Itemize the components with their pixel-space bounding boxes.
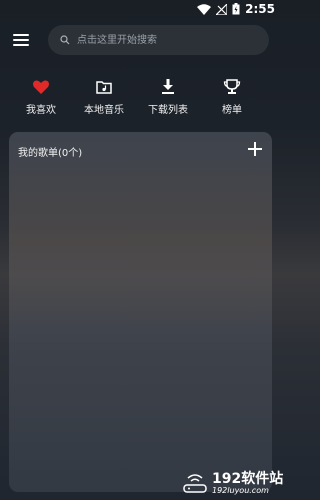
nav-charts[interactable]: 榜单 — [202, 78, 262, 116]
nav-label: 我喜欢 — [26, 105, 56, 116]
status-time: 2:55 — [245, 2, 275, 16]
router-logo-icon — [183, 474, 207, 493]
quick-nav: 我喜欢 本地音乐 下载列表 榜单 — [0, 78, 281, 118]
nav-label: 本地音乐 — [84, 105, 124, 116]
battery-icon — [232, 3, 240, 15]
nav-local-music[interactable]: 本地音乐 — [74, 78, 134, 116]
menu-icon — [13, 34, 29, 36]
trophy-icon — [223, 79, 241, 94]
my-playlists-title: 我的歌单(0个) — [18, 148, 83, 159]
my-playlists-card: 我的歌单(0个) — [9, 132, 272, 492]
status-bar: 2:55 — [0, 0, 281, 20]
heart-icon — [33, 80, 49, 94]
search-bar[interactable] — [48, 25, 269, 55]
add-playlist-button[interactable] — [248, 142, 262, 156]
search-input[interactable] — [75, 33, 249, 47]
watermark: 192软件站 192luyou.com — [180, 468, 284, 498]
watermark-title: 192软件站 — [212, 471, 284, 487]
local-folder-icon — [96, 81, 112, 94]
nav-label: 下载列表 — [148, 105, 188, 116]
menu-button[interactable] — [13, 34, 29, 46]
watermark-url: 192luyou.com — [212, 486, 269, 495]
wifi-icon — [197, 3, 212, 15]
no-signal-icon — [216, 3, 228, 15]
nav-favorites[interactable]: 我喜欢 — [11, 78, 71, 116]
nav-label: 榜单 — [222, 105, 242, 116]
nav-downloads[interactable]: 下载列表 — [138, 78, 198, 116]
download-icon — [162, 79, 174, 94]
search-icon — [60, 35, 70, 45]
